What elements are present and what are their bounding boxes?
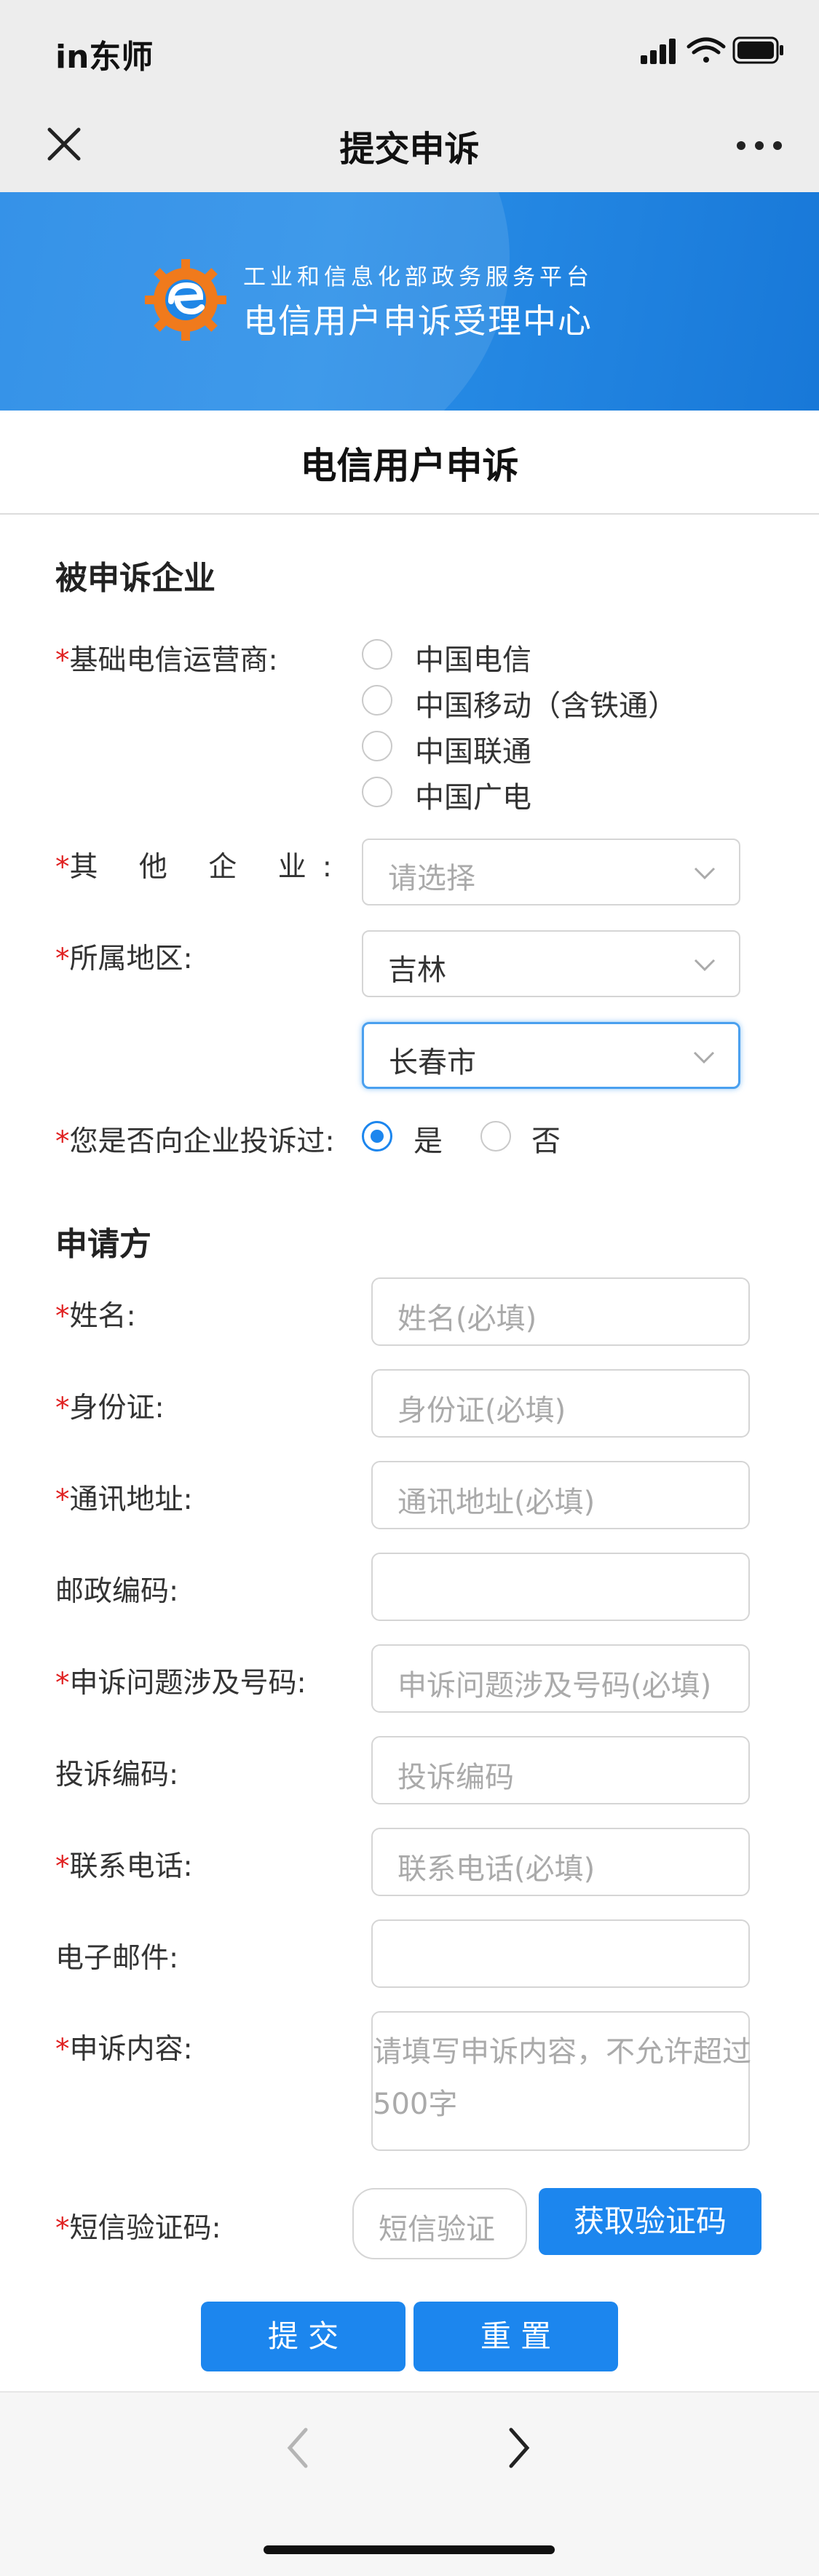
radio-complained-no[interactable] [480, 1121, 511, 1152]
text-input[interactable]: 申诉问题涉及号码(必填) [371, 1644, 750, 1713]
operator-label: *基础电信运营商: [55, 644, 278, 677]
field-label: *通讯地址: [55, 1483, 193, 1516]
yes-label: 是 [414, 1125, 443, 1158]
radio-china-mobile[interactable] [362, 685, 392, 716]
home-indicator [264, 2545, 555, 2554]
divider [0, 513, 819, 515]
text-input[interactable]: 通讯地址(必填) [371, 1461, 750, 1529]
field-label: *联系电话: [55, 1850, 193, 1883]
radio-china-telecom[interactable] [362, 639, 392, 670]
text-input[interactable]: 联系电话(必填) [371, 1828, 750, 1896]
operator-option-label: 中国联通 [415, 735, 531, 769]
text-input[interactable]: 姓名(必填) [371, 1277, 750, 1346]
sms-placeholder: 短信验证 [379, 2213, 495, 2246]
banner-subtitle: 工业和信息化部政务服务平台 [243, 264, 593, 290]
input-placeholder: 身份证(必填) [397, 1394, 566, 1427]
text-input[interactable] [371, 1553, 750, 1621]
region-label: *所属地区: [55, 943, 193, 975]
radio-china-broadnet[interactable] [362, 777, 392, 807]
reset-button[interactable]: 重 置 [414, 2302, 618, 2371]
field-label: 邮政编码: [55, 1575, 179, 1608]
complained-label: *您是否向企业投诉过: [55, 1125, 335, 1158]
text-input[interactable]: 投诉编码 [371, 1736, 750, 1804]
wifi-icon [687, 37, 726, 63]
input-placeholder: 通讯地址(必填) [397, 1486, 596, 1519]
radio-complained-yes[interactable] [362, 1121, 392, 1152]
chevron-down-icon [694, 959, 716, 972]
field-label: *姓名: [55, 1300, 136, 1333]
province-value: 吉林 [388, 954, 446, 987]
sms-label: *短信验证码: [55, 2212, 221, 2245]
form-title: 电信用户申诉 [300, 445, 519, 487]
signal-icon [641, 39, 676, 64]
text-input[interactable]: 身份证(必填) [371, 1369, 750, 1438]
content-label: *申诉内容: [55, 2033, 193, 2066]
operator-option-label: 中国广电 [415, 781, 531, 815]
input-placeholder: 申诉问题涉及号码(必填) [397, 1669, 712, 1703]
battery-icon [732, 36, 783, 64]
city-select[interactable]: 长春市 [362, 1022, 740, 1089]
operator-option-label: 中国移动（含铁通） [415, 689, 677, 723]
text-input[interactable] [371, 1919, 750, 1988]
nav-title: 提交申诉 [339, 129, 480, 170]
miit-logo-icon [145, 259, 226, 341]
field-label: *身份证: [55, 1392, 165, 1424]
more-icon[interactable] [734, 131, 785, 160]
field-label: 电子邮件: [55, 1942, 179, 1975]
chevron-down-icon [694, 867, 716, 880]
content-placeholder: 请填写申诉内容，不允许超过500字 [373, 2035, 751, 2121]
city-value: 长春市 [389, 1046, 476, 1079]
other-company-select[interactable]: 请选择 [362, 839, 740, 905]
section-heading-company: 被申诉企业 [55, 560, 215, 597]
get-code-button[interactable]: 获取验证码 [539, 2188, 761, 2255]
carrier-label: in东师 [55, 39, 154, 76]
status-icons [641, 36, 783, 64]
province-select[interactable]: 吉林 [362, 930, 740, 997]
field-label: *申诉问题涉及号码: [55, 1667, 306, 1700]
radio-china-unicom[interactable] [362, 731, 392, 761]
content-textarea[interactable]: 请填写申诉内容，不允许超过500字 [371, 2011, 751, 2151]
field-label: 投诉编码: [55, 1759, 179, 1791]
operator-option-label: 中国电信 [415, 643, 531, 677]
section-heading-applicant: 申请方 [55, 1226, 151, 1263]
other-company-label: *其 他 企 业: [55, 851, 348, 884]
chevron-down-icon [693, 1051, 715, 1064]
sms-code-input[interactable]: 短信验证 [352, 2188, 527, 2259]
banner-title: 电信用户申诉受理中心 [243, 301, 593, 341]
chevron-right-icon[interactable] [501, 2424, 537, 2472]
no-label: 否 [531, 1125, 561, 1158]
select-placeholder: 请选择 [388, 862, 475, 895]
submit-button[interactable]: 提 交 [201, 2302, 405, 2371]
input-placeholder: 姓名(必填) [397, 1302, 537, 1336]
input-placeholder: 联系电话(必填) [397, 1852, 596, 1886]
input-placeholder: 投诉编码 [397, 1761, 514, 1794]
chevron-left-icon[interactable] [280, 2424, 316, 2472]
